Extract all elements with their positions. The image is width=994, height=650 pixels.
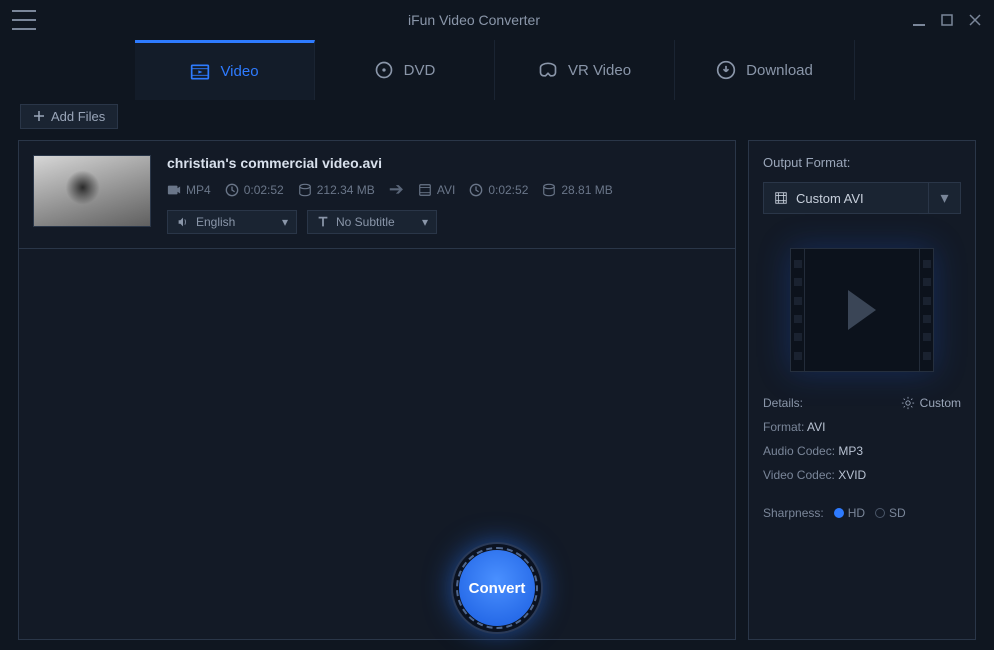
tab-label: VR Video [568, 62, 631, 79]
tab-dvd[interactable]: DVD [315, 40, 495, 100]
src-duration: 0:02:52 [225, 183, 284, 197]
gear-icon [901, 396, 915, 410]
detail-audio-codec: Audio Codec: MP3 [763, 444, 961, 458]
play-icon [848, 290, 876, 330]
tab-video[interactable]: Video [135, 40, 315, 100]
tab-label: DVD [404, 62, 436, 79]
detail-format: Format: AVI [763, 420, 961, 434]
chevron-down-icon: ▾ [282, 215, 288, 229]
dst-duration: 0:02:52 [469, 183, 528, 197]
plus-icon [33, 110, 45, 122]
vr-icon [538, 60, 558, 80]
add-files-button[interactable]: Add Files [20, 104, 118, 129]
maximize-button[interactable] [940, 13, 954, 27]
audio-track-select[interactable]: English ▾ [167, 210, 297, 234]
sharpness-hd-radio[interactable]: HD [834, 506, 865, 520]
preview-player[interactable] [790, 248, 934, 372]
menu-button[interactable] [12, 10, 36, 30]
tab-download[interactable]: Download [675, 40, 855, 100]
tab-vr[interactable]: VR Video [495, 40, 675, 100]
speaker-icon [176, 215, 190, 229]
add-files-label: Add Files [51, 109, 105, 124]
download-icon [716, 60, 736, 80]
src-format: MP4 [167, 183, 211, 197]
minimize-button[interactable] [912, 13, 926, 27]
chevron-down-icon: ▾ [928, 183, 960, 213]
file-row[interactable]: christian's commercial video.avi MP4 0:0… [19, 141, 735, 249]
file-list: christian's commercial video.avi MP4 0:0… [18, 140, 736, 640]
video-icon [190, 62, 210, 82]
dst-format: AVI [418, 183, 455, 197]
output-format-label: Output Format: [763, 155, 961, 170]
custom-settings-button[interactable]: Custom [901, 396, 961, 410]
window-title: iFun Video Converter [36, 12, 912, 28]
thumbnail[interactable] [33, 155, 151, 227]
convert-button[interactable]: Convert [453, 544, 541, 632]
sharpness-label: Sharpness: [763, 506, 824, 520]
arrow-right-icon: ➔ [389, 179, 404, 200]
film-icon [774, 191, 788, 205]
subtitle-select[interactable]: No Subtitle ▾ [307, 210, 437, 234]
details-label: Details: [763, 396, 803, 410]
dvd-icon [374, 60, 394, 80]
output-format-select[interactable]: Custom AVI ▾ [763, 182, 961, 214]
dst-size: 28.81 MB [542, 183, 612, 197]
output-panel: Output Format: Custom AVI ▾ Details: Cus… [748, 140, 976, 640]
tab-label: Video [220, 63, 258, 80]
tab-label: Download [746, 62, 813, 79]
src-size: 212.34 MB [298, 183, 375, 197]
file-name: christian's commercial video.avi [167, 155, 721, 171]
sharpness-sd-radio[interactable]: SD [875, 506, 906, 520]
text-icon [316, 215, 330, 229]
close-button[interactable] [968, 13, 982, 27]
chevron-down-icon: ▾ [422, 215, 428, 229]
convert-label: Convert [469, 580, 526, 597]
detail-video-codec: Video Codec: XVID [763, 468, 961, 482]
